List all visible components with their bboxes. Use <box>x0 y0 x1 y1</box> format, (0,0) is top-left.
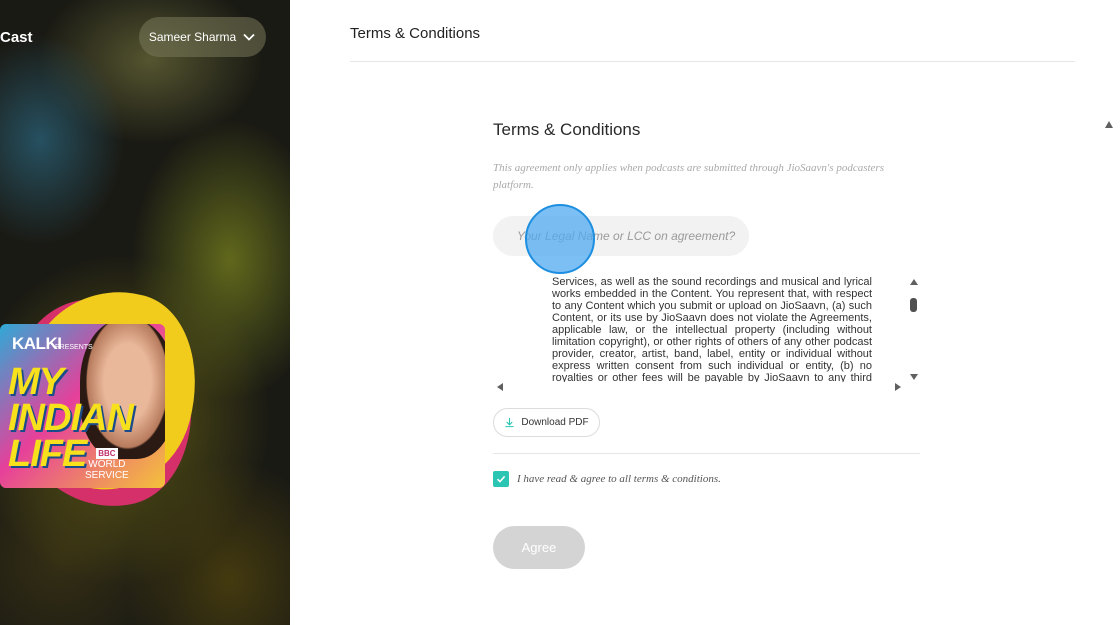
agreement-note: This agreement only applies when podcast… <box>493 162 884 191</box>
user-name: Sameer Sharma <box>148 30 237 44</box>
section-title: Terms & Conditions <box>493 120 641 139</box>
agree-button[interactable]: Agree <box>493 526 585 569</box>
agree-checkbox-label[interactable]: I have read & agree to all terms & condi… <box>517 473 721 485</box>
left-panel: Cast Sameer Sharma KALKI PRESENTS MY IND… <box>0 0 290 625</box>
podcast-artwork-group: KALKI PRESENTS MY INDIAN LIFE BBC WORLD … <box>0 271 218 525</box>
terms-text-box[interactable]: Services, as well as the sound recording… <box>493 274 920 391</box>
page-title: Terms & Conditions <box>350 25 481 42</box>
terms-viewport: Services, as well as the sound recording… <box>493 274 907 382</box>
scroll-up-arrow-icon[interactable] <box>910 279 918 285</box>
download-pdf-button[interactable]: Download PDF <box>493 408 600 437</box>
cover-bbc-logo: BBC WORLD SERVICE <box>85 448 129 481</box>
click-indicator <box>525 204 595 274</box>
download-pdf-label: Download PDF <box>521 417 589 428</box>
download-icon <box>505 417 514 428</box>
agree-checkbox-row[interactable]: I have read & agree to all terms & condi… <box>493 471 721 487</box>
scrollbar-thumb[interactable] <box>910 298 917 312</box>
agree-checkbox[interactable] <box>493 471 509 487</box>
scroll-down-arrow-icon[interactable] <box>910 374 918 380</box>
terms-horizontal-scrollbar[interactable] <box>493 382 907 392</box>
scroll-left-arrow-icon[interactable] <box>497 383 503 391</box>
user-menu-button[interactable]: Sameer Sharma <box>139 17 266 57</box>
scroll-right-arrow-icon[interactable] <box>895 383 901 391</box>
podcast-cover: KALKI PRESENTS MY INDIAN LIFE BBC WORLD … <box>0 324 165 488</box>
cover-bbc-text: BBC <box>96 448 118 459</box>
cover-service-text: SERVICE <box>85 470 129 481</box>
content-divider <box>493 453 920 454</box>
page: Cast Sameer Sharma KALKI PRESENTS MY IND… <box>0 0 1120 625</box>
cover-presents-text: PRESENTS <box>55 344 93 351</box>
page-scroll-up-arrow-icon[interactable] <box>1105 121 1113 128</box>
chevron-down-icon <box>243 33 255 41</box>
header-divider <box>350 61 1075 62</box>
terms-section: Terms & Conditions This agreement only a… <box>493 120 920 569</box>
terms-body-text: Services, as well as the sound recording… <box>552 276 872 382</box>
brand-name[interactable]: Cast <box>0 29 33 46</box>
cover-world-text: WORLD <box>88 459 126 470</box>
terms-vertical-scrollbar[interactable] <box>907 276 920 382</box>
checkmark-icon <box>496 475 506 483</box>
